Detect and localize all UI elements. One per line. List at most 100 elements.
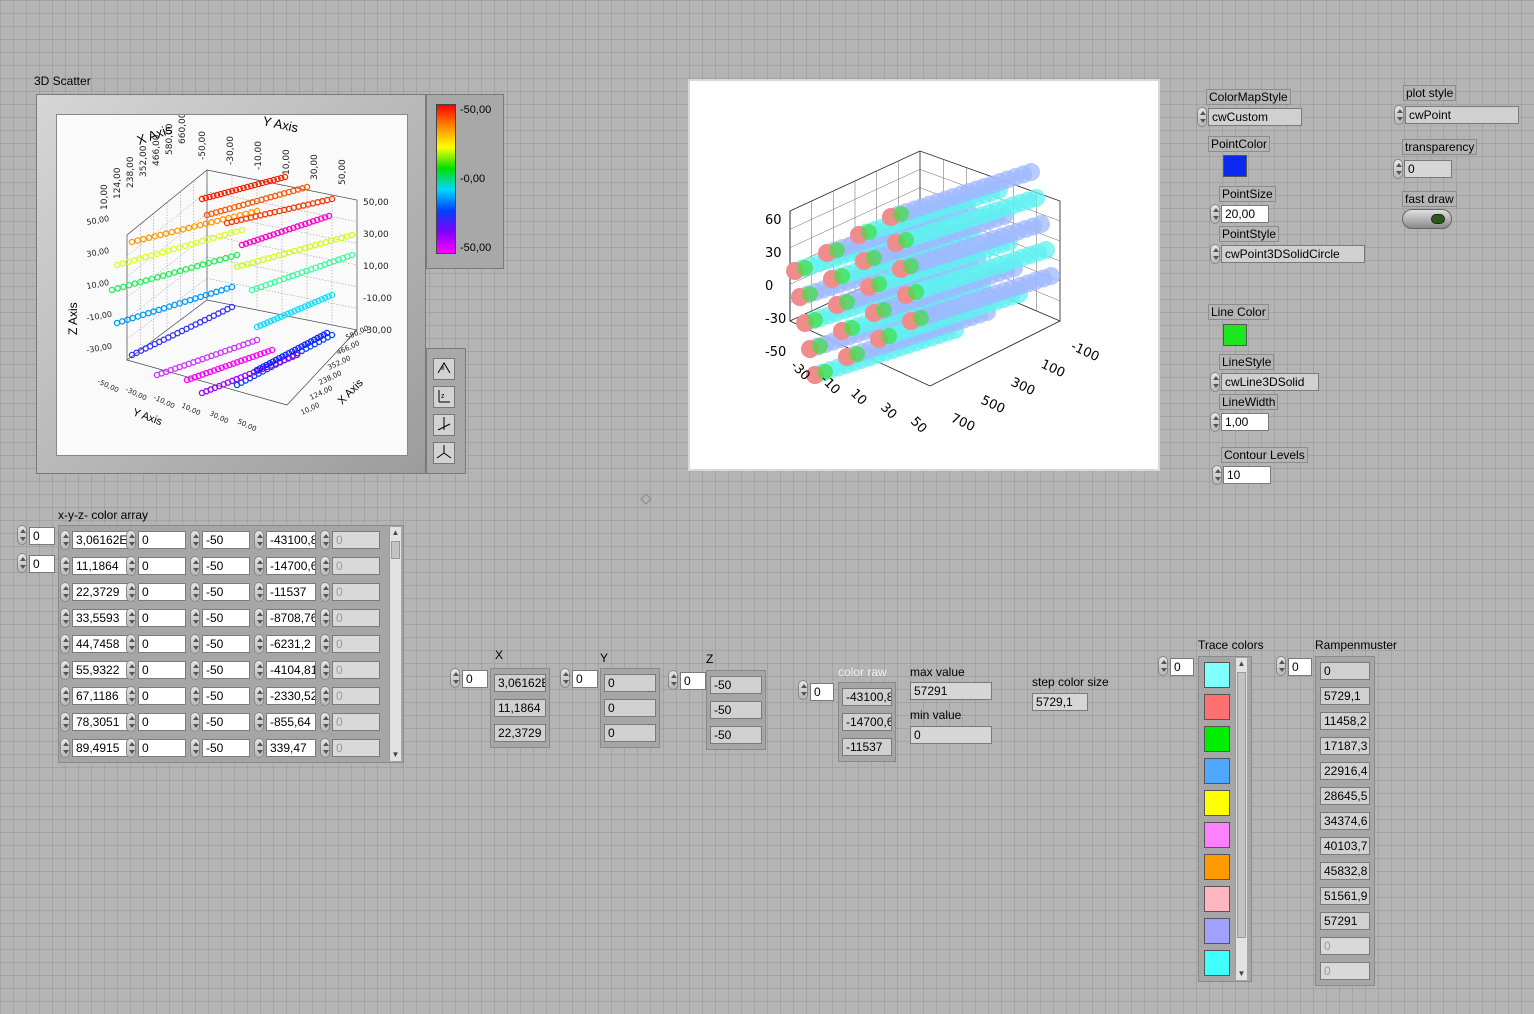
line-style-select[interactable]: cwLine3DSolid — [1221, 373, 1319, 391]
cell-spinner[interactable] — [126, 738, 136, 758]
trace-color-swatch[interactable] — [1204, 694, 1230, 720]
array-cell[interactable]: 0 — [332, 635, 380, 653]
array-cell[interactable]: -43100,8 — [266, 531, 316, 549]
trace-colors-index[interactable]: 0 — [1170, 658, 1194, 676]
cell-spinner[interactable] — [320, 738, 330, 758]
trace-color-swatch[interactable] — [1204, 662, 1230, 688]
array-cell[interactable]: 44,7458 — [72, 635, 134, 653]
cell-spinner[interactable] — [190, 582, 200, 602]
cell-spinner[interactable] — [190, 686, 200, 706]
cell-spinner[interactable] — [60, 660, 70, 680]
array-cell[interactable]: -50 — [202, 609, 250, 627]
cell-spinner[interactable] — [320, 608, 330, 628]
array-cell[interactable]: -50 — [202, 583, 250, 601]
point-size-input[interactable]: 20,00 — [1221, 205, 1269, 223]
cell-spinner[interactable] — [60, 556, 70, 576]
array-cell[interactable]: -855,64 — [266, 713, 316, 731]
array-cell[interactable]: 0 — [138, 713, 186, 731]
line-style-spinner[interactable] — [1210, 372, 1220, 392]
cell-spinner[interactable] — [190, 556, 200, 576]
cell-spinner[interactable] — [190, 530, 200, 550]
cell-spinner[interactable] — [320, 556, 330, 576]
y-index-spinner[interactable] — [560, 668, 570, 688]
cell-spinner[interactable] — [126, 582, 136, 602]
graph3d-plot[interactable]: 60 30 0 -30 -50 -30 -10 10 30 50 -100 100 300 500 700 — [688, 79, 1160, 471]
zoom-tool-button[interactable]: z — [433, 386, 455, 408]
cell-spinner[interactable] — [126, 608, 136, 628]
array-cell[interactable]: -8708,76 — [266, 609, 316, 627]
point-style-select[interactable]: cwPoint3DSolidCircle — [1221, 245, 1365, 263]
trace-colors-spinner[interactable] — [1158, 656, 1168, 676]
trace-color-swatch[interactable] — [1204, 726, 1230, 752]
cell-spinner[interactable] — [60, 712, 70, 732]
cell-spinner[interactable] — [190, 712, 200, 732]
array-cell[interactable]: 0 — [332, 661, 380, 679]
array-cell[interactable]: 0 — [332, 713, 380, 731]
array-cell[interactable]: 22,3729 — [72, 583, 134, 601]
cell-spinner[interactable] — [254, 712, 264, 732]
fast-draw-toggle[interactable] — [1402, 209, 1452, 229]
colormap-style-spinner[interactable] — [1197, 107, 1207, 127]
cell-spinner[interactable] — [254, 556, 264, 576]
array-cell[interactable]: 67,1186 — [72, 687, 134, 705]
array-cell[interactable]: 0 — [138, 687, 186, 705]
point-style-spinner[interactable] — [1210, 244, 1220, 264]
cell-spinner[interactable] — [190, 634, 200, 654]
cell-spinner[interactable] — [320, 660, 330, 680]
contour-levels-spinner[interactable] — [1212, 465, 1222, 485]
array-cell[interactable]: -50 — [202, 557, 250, 575]
array-cell[interactable]: 0 — [138, 739, 186, 757]
array-cell[interactable]: 0 — [138, 583, 186, 601]
xyz-index0-spinner[interactable] — [17, 525, 27, 545]
contour-levels-input[interactable]: 10 — [1223, 466, 1271, 484]
xyz-array-scrollbar[interactable]: ▲ ▼ — [389, 527, 401, 761]
trace-color-swatch[interactable] — [1204, 822, 1230, 848]
plot-style-select[interactable]: cwPoint — [1405, 106, 1519, 124]
point-color-swatch[interactable] — [1223, 155, 1247, 177]
array-cell[interactable]: 11,1864 — [72, 557, 134, 575]
scroll-up-icon[interactable]: ▲ — [1236, 658, 1247, 670]
line-width-input[interactable]: 1,00 — [1221, 413, 1269, 431]
cell-spinner[interactable] — [60, 686, 70, 706]
trace-color-swatch[interactable] — [1204, 854, 1230, 880]
line-color-swatch[interactable] — [1223, 324, 1247, 346]
array-cell[interactable]: 89,4915 — [72, 739, 134, 757]
cell-spinner[interactable] — [320, 712, 330, 732]
array-cell[interactable]: 78,3051 — [72, 713, 134, 731]
plot-style-spinner[interactable] — [1394, 105, 1404, 125]
trace-color-swatch[interactable] — [1204, 918, 1230, 944]
cell-spinner[interactable] — [126, 530, 136, 550]
array-cell[interactable]: 3,06162E — [72, 531, 134, 549]
cell-spinner[interactable] — [126, 686, 136, 706]
scatter3d-plot[interactable]: 10,00 124,00 238,00 352,00 466,00 580,00 660,0… — [56, 112, 408, 456]
cell-spinner[interactable] — [190, 660, 200, 680]
array-cell[interactable]: 0 — [332, 687, 380, 705]
z-index-input[interactable]: 0 — [680, 672, 706, 690]
array-cell[interactable]: -6231,2 — [266, 635, 316, 653]
cell-spinner[interactable] — [320, 530, 330, 550]
cell-spinner[interactable] — [320, 634, 330, 654]
transparency-input[interactable]: 0 — [1404, 160, 1452, 178]
scroll-down-icon[interactable]: ▼ — [1236, 968, 1247, 980]
cell-spinner[interactable] — [190, 608, 200, 628]
color-raw-index[interactable]: 0 — [810, 683, 834, 701]
z-index-spinner[interactable] — [668, 670, 678, 690]
array-cell[interactable]: -2330,52 — [266, 687, 316, 705]
xyz-index0-input[interactable]: 0 — [29, 527, 55, 545]
array-cell[interactable]: 0 — [138, 661, 186, 679]
array-cell[interactable]: -50 — [202, 661, 250, 679]
scroll-thumb[interactable] — [1237, 672, 1246, 938]
scroll-up-icon[interactable]: ▲ — [390, 527, 401, 539]
cell-spinner[interactable] — [254, 530, 264, 550]
trace-colors-scrollbar[interactable]: ▲ ▼ — [1235, 658, 1247, 980]
cell-spinner[interactable] — [254, 634, 264, 654]
reset-view-button[interactable] — [433, 442, 455, 464]
scroll-down-icon[interactable]: ▼ — [390, 749, 401, 761]
cell-spinner[interactable] — [60, 582, 70, 602]
array-cell[interactable]: 0 — [138, 531, 186, 549]
rotate-tool-button[interactable] — [433, 414, 455, 436]
xyz-index1-spinner[interactable] — [17, 553, 27, 573]
rampenmuster-index[interactable]: 0 — [1288, 658, 1312, 676]
array-cell[interactable]: 0 — [332, 531, 380, 549]
rampenmuster-spinner[interactable] — [1276, 656, 1286, 676]
